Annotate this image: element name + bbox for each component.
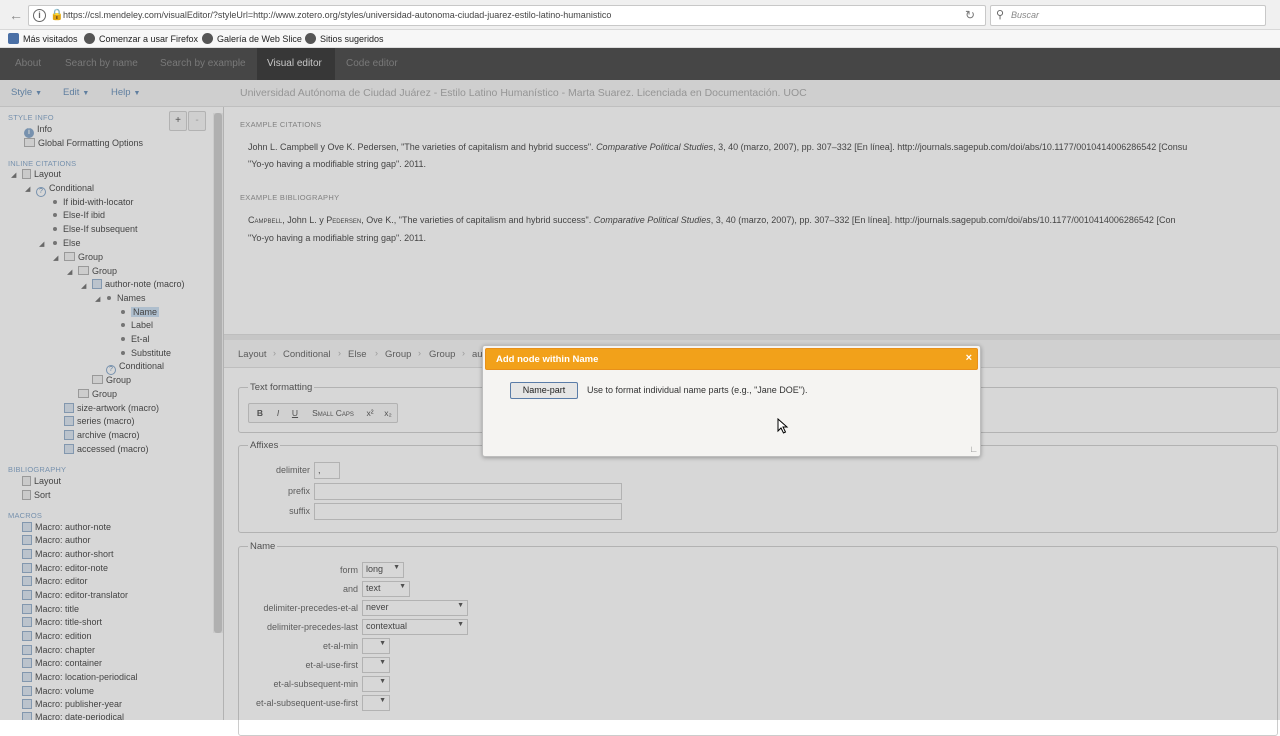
lock-icon: 🔒 (50, 9, 64, 21)
bookmark-label: Comenzar a usar Firefox (99, 34, 199, 44)
firefox-icon (84, 33, 95, 44)
url-bar[interactable]: i 🔒 https://csl.mendeley.com/visualEdito… (28, 5, 986, 26)
name-part-button[interactable]: Name-part (510, 382, 578, 399)
bookmark-mas-visitados[interactable]: Más visitados (8, 33, 78, 44)
resize-grip-icon[interactable]: ∟ (969, 444, 978, 454)
back-arrow-icon[interactable]: ← (6, 5, 26, 25)
bookmark-sitios-sugeridos[interactable]: Sitios sugeridos (305, 33, 384, 44)
bookmarks-bar: Más visitados Comenzar a usar Firefox Ga… (0, 30, 1280, 48)
firefox-icon (202, 33, 213, 44)
add-node-dialog: Add node within Name × Name-part Use to … (482, 345, 981, 457)
bookmark-icon (8, 33, 19, 44)
site-info-icon[interactable]: i (33, 9, 46, 22)
close-icon[interactable]: × (966, 352, 972, 364)
browser-toolbar: ← i 🔒 https://csl.mendeley.com/visualEdi… (0, 0, 1280, 30)
mouse-cursor-icon (777, 418, 789, 434)
search-icon: ⚲ (996, 9, 1005, 21)
bookmark-label: Galería de Web Slice (217, 34, 302, 44)
firefox-icon (305, 33, 316, 44)
bookmark-label: Sitios sugeridos (320, 34, 384, 44)
reload-icon[interactable]: ↻ (965, 8, 975, 22)
dialog-title: Add node within Name (496, 354, 599, 365)
url-text: https://csl.mendeley.com/visualEditor/?s… (63, 10, 612, 20)
name-part-description: Use to format individual name parts (e.g… (587, 385, 808, 395)
search-placeholder: Buscar (1011, 10, 1040, 20)
bookmark-web-slice[interactable]: Galería de Web Slice (202, 33, 302, 44)
bookmark-label: Más visitados (23, 34, 78, 44)
dialog-titlebar[interactable]: Add node within Name × (485, 348, 978, 370)
browser-search-input[interactable]: ⚲ Buscar (990, 5, 1266, 26)
bookmark-comenzar[interactable]: Comenzar a usar Firefox (84, 33, 198, 44)
